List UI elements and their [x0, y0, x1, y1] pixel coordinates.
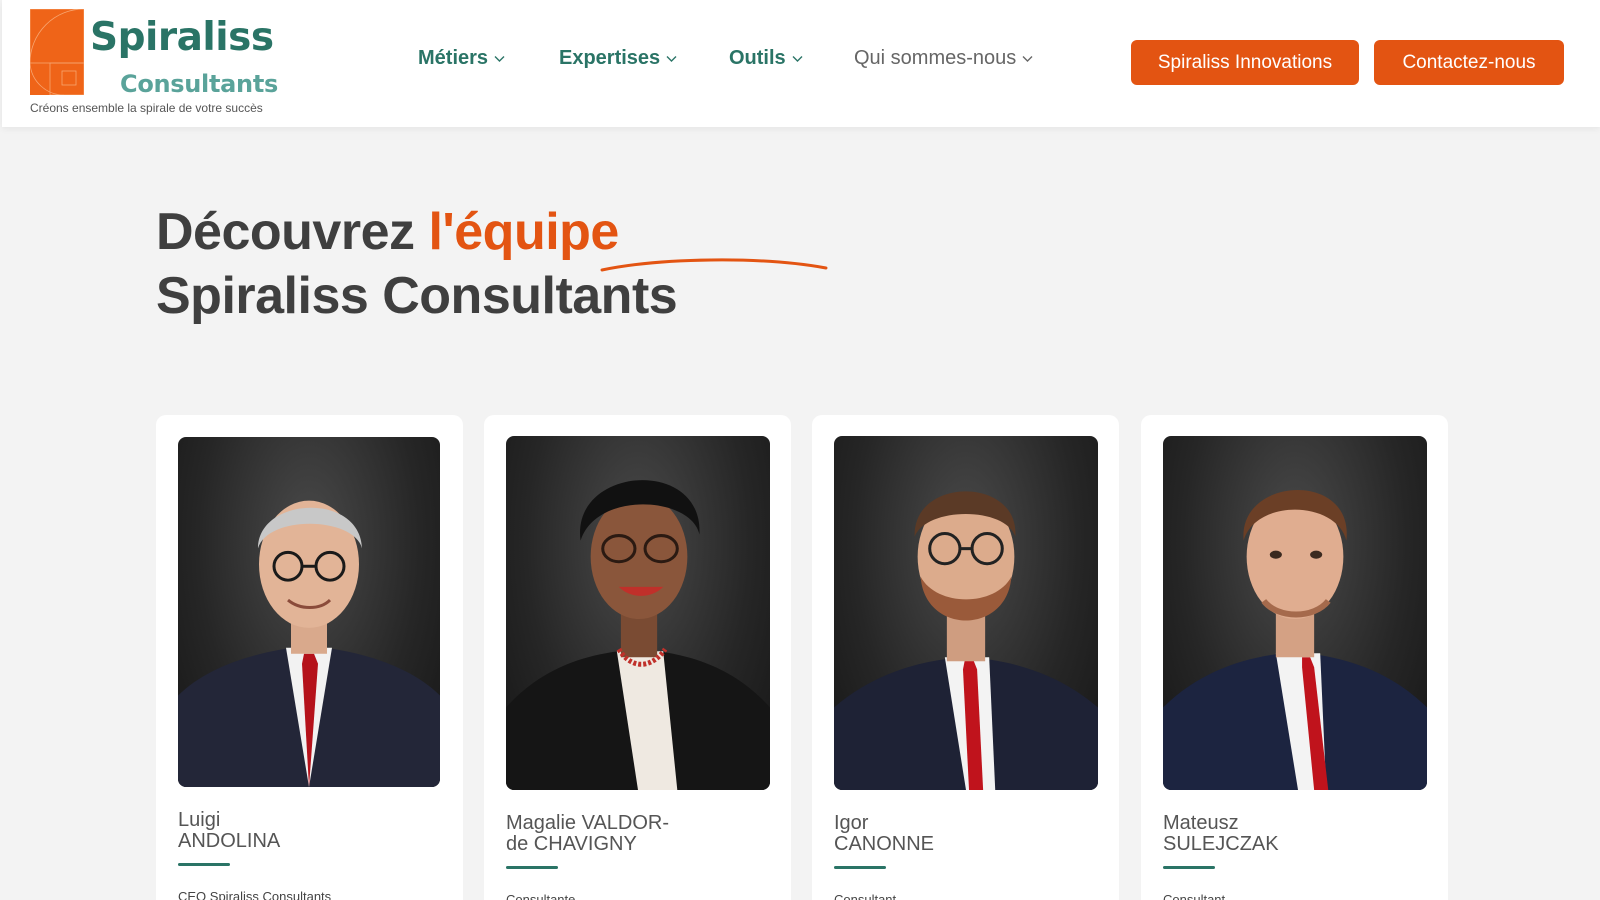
- team-card[interactable]: Luigi ANDOLINA CEO Spiraliss Consultants: [156, 415, 463, 900]
- logo[interactable]: Spiraliss Consultants Créons ensemble la…: [28, 8, 278, 118]
- chevron-down-icon: [1022, 55, 1033, 62]
- member-name: Igor CANONNE: [834, 813, 934, 855]
- member-last-name: SULEJCZAK: [1163, 833, 1279, 855]
- underline-swoosh-icon: [600, 258, 828, 272]
- member-role: Consultante: [506, 892, 576, 900]
- person-portrait-icon: [178, 500, 440, 787]
- member-name: Magalie VALDOR- de CHAVIGNY: [506, 813, 669, 855]
- chevron-down-icon: [494, 55, 505, 62]
- member-name: Mateusz SULEJCZAK: [1163, 813, 1279, 855]
- team-card[interactable]: Igor CANONNE Consultant: [812, 415, 1119, 900]
- name-underline: [178, 863, 230, 866]
- member-role: Consultant: [1163, 892, 1226, 900]
- title-line-2: Spiraliss Consultants: [156, 267, 678, 325]
- nav-label: Outils: [729, 47, 786, 69]
- page-title: Découvrez l'équipe Spiraliss Consultants: [156, 200, 828, 328]
- name-underline: [1163, 866, 1215, 869]
- name-underline: [834, 866, 886, 869]
- logo-tagline: Créons ensemble la spirale de votre succ…: [30, 101, 263, 115]
- nav-item-qui-sommes-nous[interactable]: Qui sommes-nous: [854, 47, 1033, 70]
- member-name: Luigi ANDOLINA: [178, 810, 280, 852]
- nav-label: Qui sommes-nous: [854, 47, 1017, 69]
- nav-item-outils[interactable]: Outils: [729, 47, 803, 70]
- spiraliss-innovations-button[interactable]: Spiraliss Innovations: [1131, 40, 1359, 85]
- team-photo: [178, 437, 440, 787]
- member-first-name: Igor: [834, 812, 869, 834]
- member-role: CEO Spiraliss Consultants: [178, 889, 332, 900]
- contact-button[interactable]: Contactez-nous: [1374, 40, 1564, 85]
- member-first-name: Mateusz: [1163, 812, 1239, 834]
- person-portrait-icon: [1163, 490, 1427, 790]
- logo-name: Spiraliss: [90, 15, 274, 60]
- team-photo: [1163, 436, 1427, 790]
- team-card[interactable]: Mateusz SULEJCZAK Consultant: [1141, 415, 1448, 900]
- member-first-name: Luigi: [178, 809, 221, 831]
- member-last-name: CANONNE: [834, 833, 935, 855]
- site-header: Spiraliss Consultants Créons ensemble la…: [2, 0, 1600, 127]
- nav-label: Métiers: [418, 47, 489, 69]
- logo-subtitle: Consultants: [120, 70, 278, 98]
- chevron-down-icon: [792, 55, 803, 62]
- member-last-name: de CHAVIGNY: [506, 833, 637, 855]
- spiral-logo-icon: [30, 9, 84, 95]
- member-first-name: Magalie VALDOR-: [506, 812, 670, 834]
- member-role: Consultant: [834, 892, 897, 900]
- team-photo: [834, 436, 1098, 790]
- title-accent: l'équipe: [428, 203, 619, 261]
- nav-item-metiers[interactable]: Métiers: [418, 47, 505, 70]
- nav-label: Expertises: [559, 47, 661, 69]
- person-portrait-icon: [506, 480, 770, 790]
- name-underline: [506, 866, 558, 869]
- team-card[interactable]: Magalie VALDOR- de CHAVIGNY Consultante: [484, 415, 791, 900]
- nav-item-expertises[interactable]: Expertises: [559, 47, 677, 70]
- title-line-1: Découvrez l'équipe: [156, 200, 677, 264]
- chevron-down-icon: [666, 55, 677, 62]
- person-portrait-icon: [834, 491, 1098, 790]
- title-part: Découvrez: [156, 203, 429, 261]
- team-photo: [506, 436, 770, 790]
- member-last-name: ANDOLINA: [178, 830, 281, 852]
